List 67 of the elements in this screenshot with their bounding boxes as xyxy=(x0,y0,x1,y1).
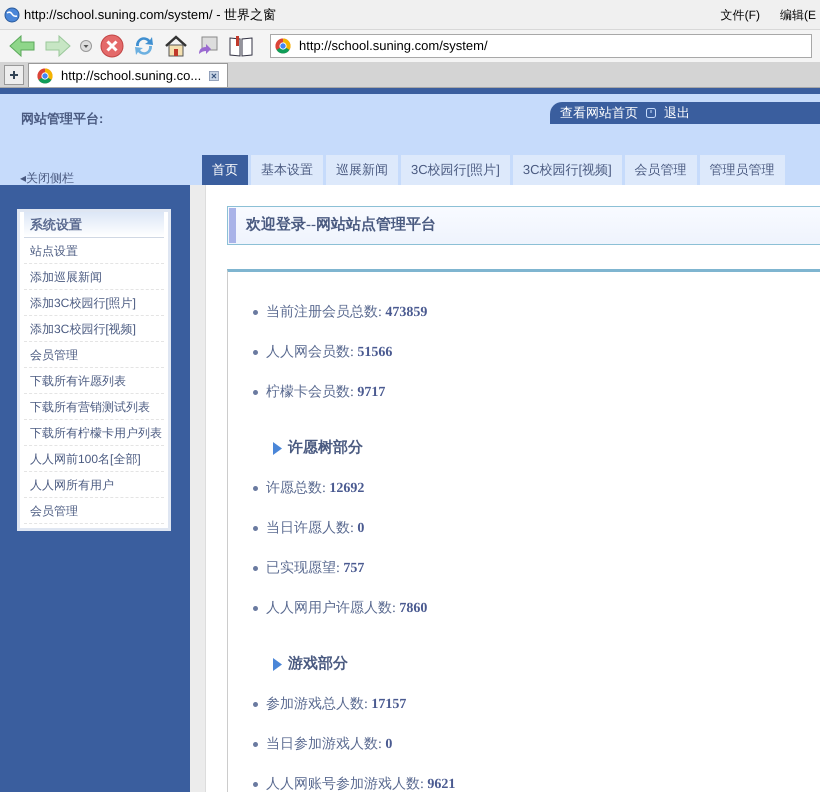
sidebar-link[interactable]: 站点设置 xyxy=(24,238,164,264)
section-heading: 许愿树部分 xyxy=(288,438,363,458)
stat-text: 柠檬卡会员数: 9717 xyxy=(266,383,386,402)
nav-tab[interactable]: 会员管理 xyxy=(624,155,697,185)
triangle-icon xyxy=(273,658,282,670)
sidebar-link[interactable]: 下载所有柠檬卡用户列表 xyxy=(24,420,164,446)
sidebar-link[interactable]: 添加3C校园行[视频] xyxy=(24,316,164,342)
stat-text: 当日参加游戏人数: 0 xyxy=(266,736,392,754)
site-title: 网站管理平台: xyxy=(21,110,104,128)
plus-icon xyxy=(9,70,19,80)
nav-tab[interactable]: 3C校园行[视频] xyxy=(512,155,622,185)
home-icon[interactable] xyxy=(164,34,188,58)
stat-text: 当日许愿人数: 0 xyxy=(266,520,364,538)
sidebar-link[interactable]: 下载所有许愿列表 xyxy=(24,368,164,394)
menu-item[interactable]: 编辑(E xyxy=(780,6,816,24)
power-icon xyxy=(646,108,656,118)
bullet-icon xyxy=(253,310,258,314)
sidebar-link[interactable]: 人人网前100名[全部] xyxy=(24,446,164,472)
browser-tab[interactable]: http://school.suning.co... xyxy=(28,63,228,87)
stat-text: 人人网会员数: 51566 xyxy=(266,344,392,362)
globe-icon xyxy=(4,6,20,22)
close-icon[interactable] xyxy=(209,68,219,82)
stat-text: 许愿总数: 12692 xyxy=(266,480,364,498)
new-tab-button[interactable] xyxy=(4,65,24,85)
sidebar-link[interactable]: 添加巡展新闻 xyxy=(24,264,164,290)
sidebar-link[interactable]: 人人网所有用户 xyxy=(24,472,164,498)
nav-tab[interactable]: 首页 xyxy=(202,155,248,185)
stat-text: 人人网账号参加游戏人数: 9621 xyxy=(266,776,456,792)
triangle-icon xyxy=(273,442,282,454)
bullet-icon xyxy=(253,742,258,746)
stat-text: 当前注册会员总数: 473859 xyxy=(266,303,428,322)
sidebar-link[interactable]: 会员管理 xyxy=(24,342,164,368)
window-title: http://school.suning.com/system/ - 世界之窗 xyxy=(24,6,276,24)
nav-tab[interactable]: 巡展新闻 xyxy=(326,155,398,185)
section-heading: 游戏部分 xyxy=(288,654,348,674)
stat-text: 已实现愿望: 757 xyxy=(266,559,364,578)
home-link[interactable]: 查看网站首页 xyxy=(560,103,638,123)
back-icon[interactable] xyxy=(8,34,36,58)
scrollbar-track[interactable] xyxy=(190,185,206,792)
bullet-icon xyxy=(253,350,258,354)
nav-tab[interactable]: 管理员管理 xyxy=(700,155,785,185)
sidebar-link[interactable]: 下载所有营销测试列表 xyxy=(24,394,164,420)
book-icon[interactable] xyxy=(228,34,254,58)
address-field[interactable]: http://school.suning.com/system/ xyxy=(270,34,812,58)
accent-bar xyxy=(229,208,236,243)
bullet-icon xyxy=(253,390,258,394)
sidebar-heading: 系统设置 xyxy=(24,212,164,238)
bullet-icon xyxy=(253,702,258,706)
stat-text: 参加游戏总人数: 17157 xyxy=(266,696,406,714)
bullet-icon xyxy=(253,606,258,610)
bullet-icon xyxy=(253,526,258,530)
sidebar-link[interactable]: 会员管理 xyxy=(24,498,164,524)
stop-icon[interactable] xyxy=(100,34,124,58)
collapse-sidebar-link[interactable]: ◂关闭侧栏 xyxy=(0,169,202,187)
welcome-title: 欢迎登录--网站站点管理平台 xyxy=(246,215,436,236)
sidebar-link[interactable]: 添加3C校园行[照片] xyxy=(24,290,164,316)
browser-icon xyxy=(37,68,53,84)
bullet-icon xyxy=(253,486,258,490)
bullet-icon xyxy=(253,782,258,786)
nav-tab[interactable]: 基本设置 xyxy=(251,155,323,185)
logout-link[interactable]: 退出 xyxy=(664,103,690,123)
dropdown-icon[interactable] xyxy=(80,40,92,52)
bullet-icon xyxy=(253,566,258,570)
menu-item[interactable]: 文件(F) xyxy=(720,6,760,24)
stat-text: 人人网用户许愿人数: 7860 xyxy=(266,599,428,618)
nav-tab[interactable]: 3C校园行[照片] xyxy=(401,155,510,185)
browser-icon xyxy=(275,38,291,54)
